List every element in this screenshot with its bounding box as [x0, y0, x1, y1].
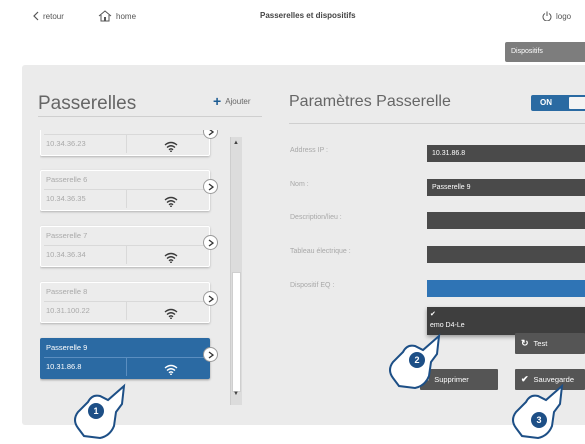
- tap-hand-icon: [508, 382, 564, 440]
- page-title: Passerelles et dispositifs: [260, 11, 356, 20]
- gateway-name: Passerelle 7: [46, 231, 88, 240]
- chevron-right-icon: [208, 238, 214, 247]
- toggle-label: ON: [540, 98, 552, 107]
- device-eq-dropdown: ✔ emo D4-Le: [427, 307, 585, 335]
- wifi-icon: [164, 308, 178, 319]
- gateway-ip: 10.34.36.34: [46, 250, 86, 259]
- check-icon: ✔: [430, 311, 436, 318]
- wifi-icon: [164, 141, 178, 152]
- electrical-panel-field[interactable]: [427, 246, 585, 263]
- gateway-item[interactable]: Passerelle 6 10.34.36.35: [40, 170, 218, 211]
- power-icon: [542, 11, 552, 21]
- gateway-item[interactable]: Passerelle 510.34.36.23: [40, 130, 218, 156]
- divider: [126, 135, 127, 153]
- chevron-left-icon: [33, 11, 39, 21]
- home-button[interactable]: home: [98, 10, 136, 22]
- back-label: retour: [43, 11, 64, 21]
- wifi-icon: [164, 196, 178, 207]
- name-label: Nom :: [290, 181, 309, 188]
- open-gateway-button[interactable]: [203, 347, 218, 362]
- gateway-ip: 10.34.36.35: [46, 194, 86, 203]
- chevron-right-icon: [208, 294, 214, 303]
- gateway-list: Passerelle 510.34.36.23 Passerelle 6 10.34…: [40, 130, 240, 410]
- dropdown-option-label: emo D4-Le: [430, 322, 465, 329]
- divider: [126, 246, 127, 264]
- chevron-right-icon: [208, 182, 214, 191]
- plus-icon: +: [213, 93, 222, 109]
- add-gateway-button[interactable]: + Ajouter: [213, 93, 251, 109]
- dropdown-option[interactable]: ✔ emo D4-Le: [427, 309, 585, 333]
- gateway-item[interactable]: Passerelle 8 10.31.100.22: [40, 282, 218, 323]
- gateway-ip: 10.34.36.23: [46, 139, 86, 148]
- gateway-name: Passerelle 6: [46, 175, 88, 184]
- test-label: Test: [533, 339, 548, 348]
- divider: [126, 302, 127, 320]
- gateway-name: Passerelle 8: [46, 287, 88, 296]
- divider: [126, 190, 127, 208]
- divider: [289, 123, 585, 124]
- gateway-ip: 10.31.100.22: [46, 306, 90, 315]
- chevron-right-icon: [208, 350, 214, 359]
- device-eq-select[interactable]: [427, 280, 585, 297]
- home-label: home: [116, 11, 137, 21]
- top-bar: retour home Passerelles et dispositifs l…: [22, 8, 585, 30]
- divider: [126, 358, 127, 376]
- gateway-settings-heading: Paramètres Passerelle: [289, 93, 451, 110]
- logout-button[interactable]: logo: [542, 11, 571, 21]
- refresh-icon: ↻: [521, 338, 529, 348]
- add-label: Ajouter: [225, 96, 251, 106]
- device-eq-label: Dispositif EQ :: [290, 282, 335, 289]
- name-field[interactable]: Passerelle 9: [427, 179, 585, 196]
- description-label: Description/lieu :: [290, 214, 342, 221]
- gateway-item[interactable]: Passerelle 7 10.34.36.34: [40, 226, 218, 267]
- app-screen: retour home Passerelles et dispositifs l…: [0, 0, 585, 444]
- open-gateway-button[interactable]: [203, 130, 218, 139]
- chevron-right-icon: [208, 130, 214, 136]
- logout-label: logo: [556, 11, 572, 21]
- toggle-knob: [569, 97, 585, 109]
- gateway-name: Passerelle 9: [46, 343, 88, 352]
- step-badge: 1: [88, 403, 104, 419]
- scrollbar-thumb[interactable]: [232, 272, 241, 392]
- test-button[interactable]: ↻ Test: [515, 333, 585, 354]
- divider: [38, 116, 262, 117]
- wifi-icon: [164, 364, 178, 375]
- electrical-panel-label: Tableau électrique :: [290, 248, 351, 255]
- open-gateway-button[interactable]: [203, 291, 218, 306]
- ip-address-field[interactable]: 10.31.86.8: [427, 145, 585, 162]
- gateway-list-scrollbar[interactable]: ▲ ▼: [230, 137, 242, 405]
- back-button[interactable]: retour: [32, 11, 64, 21]
- open-gateway-button[interactable]: [203, 179, 218, 194]
- wifi-icon: [164, 252, 178, 263]
- gateway-on-toggle[interactable]: ON: [531, 95, 585, 111]
- home-icon: [98, 10, 112, 22]
- scroll-down-icon[interactable]: ▼: [233, 391, 239, 397]
- open-gateway-button[interactable]: [203, 235, 218, 250]
- step-badge: 2: [409, 352, 425, 368]
- step-badge: 3: [531, 412, 547, 428]
- tab-dispositifs[interactable]: Dispositifs: [505, 42, 585, 62]
- scroll-up-icon[interactable]: ▲: [233, 140, 239, 146]
- gateways-heading: Passerelles: [38, 93, 137, 114]
- gateway-item[interactable]: Passerelle 9 10.31.86.8: [40, 338, 218, 379]
- ip-address-label: Address IP :: [290, 147, 329, 154]
- gateway-ip: 10.31.86.8: [46, 362, 82, 371]
- description-field[interactable]: [427, 212, 585, 229]
